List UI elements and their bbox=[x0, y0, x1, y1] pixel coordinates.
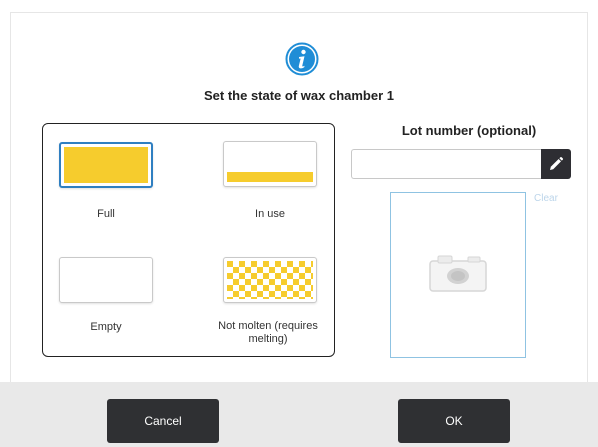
state-label-full: Full bbox=[97, 208, 115, 220]
wax-partial-indicator bbox=[227, 172, 313, 182]
state-selection-panel: Full In use Empty Not molten (requires m… bbox=[42, 123, 335, 357]
state-label-not-molten: Not molten (requires melting) bbox=[218, 320, 318, 345]
state-tile-in-use[interactable] bbox=[223, 141, 317, 187]
state-option-full[interactable]: Full bbox=[43, 124, 188, 239]
state-label-in-use: In use bbox=[255, 208, 285, 220]
info-circle-icon bbox=[285, 42, 319, 76]
state-option-not-molten[interactable]: Not molten (requires melting) bbox=[189, 239, 334, 354]
state-option-in-use[interactable]: In use bbox=[189, 124, 334, 239]
photo-capture-area[interactable] bbox=[390, 192, 526, 358]
dialog-title: Set the state of wax chamber 1 bbox=[203, 88, 394, 103]
state-tile-empty[interactable] bbox=[59, 257, 153, 303]
dialog-footer: Cancel OK bbox=[0, 382, 598, 447]
state-tile-full[interactable] bbox=[59, 142, 153, 188]
state-label-empty: Empty bbox=[90, 321, 122, 333]
ok-button[interactable]: OK bbox=[398, 399, 510, 443]
cancel-button[interactable]: Cancel bbox=[107, 399, 219, 443]
camera-icon bbox=[428, 253, 488, 298]
wax-full-indicator bbox=[64, 147, 148, 183]
lot-number-input[interactable] bbox=[351, 149, 541, 179]
wax-not-molten-indicator bbox=[227, 261, 313, 299]
state-option-empty[interactable]: Empty bbox=[43, 239, 188, 354]
lot-number-label: Lot number (optional) bbox=[401, 123, 537, 138]
wax-chamber-dialog: Set the state of wax chamber 1 Full In u… bbox=[0, 0, 598, 447]
clear-photo-link[interactable]: Clear bbox=[534, 193, 558, 204]
edit-lot-button[interactable] bbox=[541, 149, 571, 179]
state-tile-not-molten[interactable] bbox=[223, 257, 317, 303]
